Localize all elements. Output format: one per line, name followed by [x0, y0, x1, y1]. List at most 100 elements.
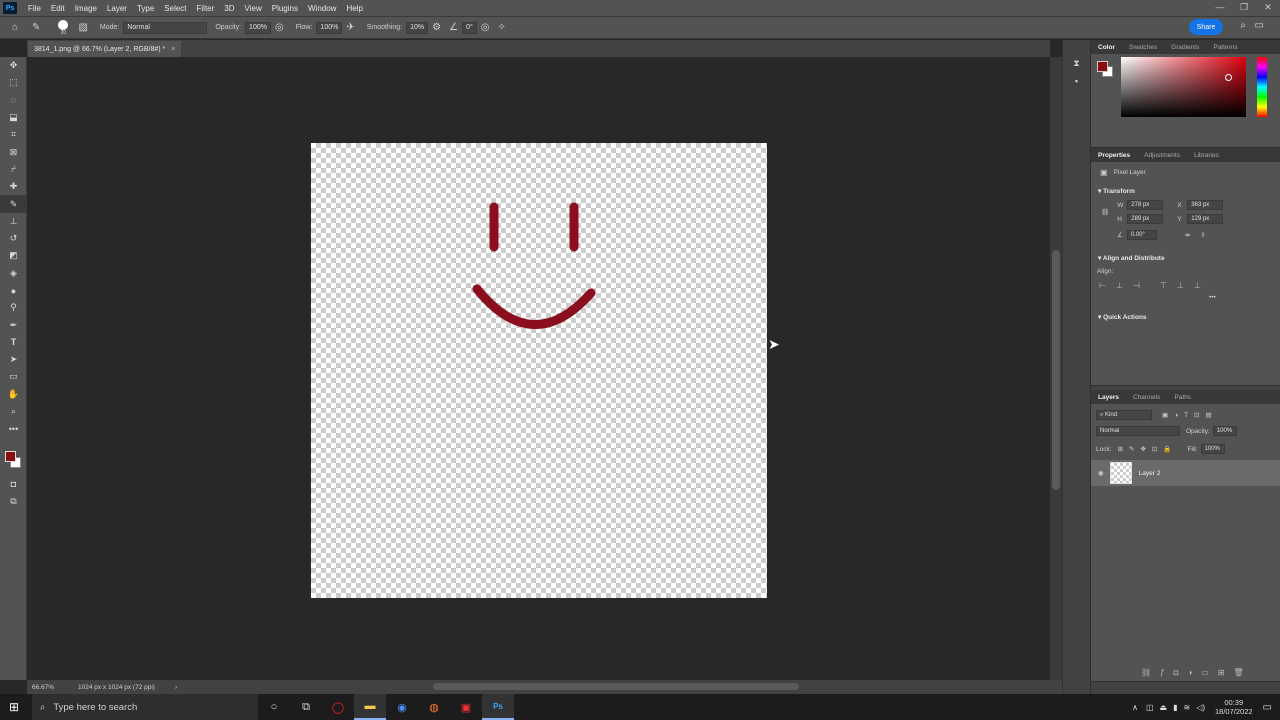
menu-type[interactable]: Type — [132, 4, 159, 13]
healing-brush-tool-icon[interactable]: ✚ — [0, 178, 27, 195]
align-middle-v-icon[interactable]: ⊥ — [1177, 281, 1184, 290]
pressure-opacity-icon[interactable]: ◎ — [275, 22, 284, 33]
more-tools-icon[interactable]: ••• — [0, 420, 27, 437]
quick-actions-header[interactable]: ▾ Quick Actions — [1091, 301, 1280, 321]
align-section-header[interactable]: ▾ Align and Distribute — [1091, 240, 1280, 262]
cortana-icon[interactable]: ○ — [258, 694, 290, 720]
tab-color[interactable]: Color — [1091, 44, 1122, 51]
flip-vertical-icon[interactable]: ⇳ — [1200, 231, 1205, 239]
tab-properties[interactable]: Properties — [1091, 152, 1137, 159]
minimize-button[interactable]: — — [1208, 0, 1232, 16]
align-right-icon[interactable]: ⊣ — [1133, 281, 1140, 290]
windows-start-icon[interactable]: ⊞ — [9, 700, 19, 714]
workspace-icon[interactable]: ▭ — [1255, 20, 1264, 31]
layer-row[interactable]: ◉ Layer 2 — [1091, 460, 1280, 486]
type-tool-icon[interactable]: T — [0, 334, 27, 351]
hue-slider[interactable] — [1257, 57, 1267, 117]
rotation-input[interactable]: 0.00° — [1126, 230, 1157, 240]
menu-help[interactable]: Help — [341, 4, 367, 13]
tab-channels[interactable]: Channels — [1126, 394, 1167, 401]
tab-paths[interactable]: Paths — [1167, 394, 1198, 401]
menu-image[interactable]: Image — [70, 4, 102, 13]
opacity-input[interactable]: 100% — [245, 21, 271, 34]
restore-button[interactable]: ❐ — [1232, 0, 1256, 16]
align-center-h-icon[interactable]: ⊥ — [1116, 281, 1123, 290]
path-selection-tool-icon[interactable]: ➤ — [0, 351, 27, 368]
dodge-tool-icon[interactable]: ⚲ — [0, 299, 27, 316]
link-dimensions-icon[interactable]: ⛓ — [1101, 208, 1109, 216]
chrome-browser-icon[interactable]: ◉ — [386, 694, 418, 720]
screen-mode-icon[interactable]: ⧉ — [0, 493, 27, 510]
symmetry-icon[interactable]: ✧ — [498, 22, 506, 33]
transform-section-header[interactable]: ▾ Transform — [1091, 177, 1280, 195]
y-input[interactable]: 129 px — [1187, 214, 1224, 224]
layer-filter-icons[interactable]: ▣◑T⊡▤ — [1162, 411, 1218, 419]
notifications-icon[interactable]: ▭ — [1263, 702, 1272, 713]
tab-adjustments[interactable]: Adjustments — [1137, 152, 1187, 159]
menu-window[interactable]: Window — [303, 4, 341, 13]
usb-icon[interactable]: ⏏ — [1160, 703, 1168, 712]
frame-tool-icon[interactable]: ⊠ — [0, 143, 27, 160]
document-canvas[interactable] — [311, 143, 767, 598]
volume-icon[interactable]: ◁) — [1196, 703, 1205, 712]
smoothing-input[interactable]: 10% — [406, 21, 429, 34]
tab-libraries[interactable]: Libraries — [1187, 152, 1226, 159]
width-input[interactable]: 278 px — [1127, 200, 1164, 210]
menu-filter[interactable]: Filter — [192, 4, 220, 13]
tab-swatches[interactable]: Swatches — [1122, 44, 1164, 51]
zoom-level[interactable]: 66.67% — [32, 684, 72, 691]
lock-icons[interactable]: ⊞✎✥⊡🔒 — [1118, 445, 1178, 453]
home-icon[interactable]: ⌂ — [12, 22, 18, 33]
blender-icon[interactable]: ◍ — [418, 694, 450, 720]
wifi-icon[interactable]: ≋ — [1183, 703, 1190, 712]
quick-mask-icon[interactable]: ◘ — [0, 476, 27, 493]
network-icon[interactable]: ◫ — [1146, 703, 1154, 712]
color-field[interactable] — [1121, 57, 1246, 117]
share-button[interactable]: Share — [1189, 19, 1223, 35]
document-size-info[interactable]: 1024 px x 1024 px (72 ppi) — [78, 684, 155, 691]
rectangle-tool-icon[interactable]: ▭ — [0, 368, 27, 385]
x-input[interactable]: 363 px — [1187, 200, 1224, 210]
menu-edit[interactable]: Edit — [46, 4, 70, 13]
brush-settings-icon[interactable]: ▧ — [78, 22, 87, 33]
height-input[interactable]: 289 px — [1127, 214, 1164, 224]
clone-stamp-tool-icon[interactable]: ⊥ — [0, 213, 27, 230]
fill-input[interactable]: 100% — [1200, 444, 1225, 454]
close-tab-icon[interactable]: × — [171, 46, 175, 53]
layer-name[interactable]: Layer 2 — [1139, 470, 1161, 477]
tray-chevron-icon[interactable]: ∧ — [1132, 703, 1138, 712]
menu-view[interactable]: View — [240, 4, 267, 13]
zoom-tool-icon[interactable]: ⌕ — [0, 403, 27, 420]
task-view-icon[interactable]: ⧉ — [290, 694, 322, 720]
pen-tool-icon[interactable]: ✒ — [0, 316, 27, 333]
document-tab[interactable]: 3814_1.png @ 66.7% (Layer 2, RGB/8#) * × — [28, 41, 182, 57]
foreground-color-swatch[interactable] — [5, 450, 16, 462]
file-explorer-icon[interactable]: ▬ — [354, 694, 386, 720]
color-picker-handle[interactable] — [1225, 74, 1232, 81]
layer-filter-select[interactable]: ⌕ Kind — [1096, 410, 1152, 420]
menu-plugins[interactable]: Plugins — [267, 4, 303, 13]
tab-patterns[interactable]: Patterns — [1206, 44, 1244, 51]
tab-layers[interactable]: Layers — [1091, 394, 1126, 401]
smoothing-gear-icon[interactable]: ⚙ — [432, 22, 441, 33]
paint-bucket-tool-icon[interactable]: ◈ — [0, 265, 27, 282]
mode-select[interactable]: Normal — [123, 21, 208, 34]
object-select-tool-icon[interactable]: ⬓ — [0, 109, 27, 126]
blur-tool-icon[interactable]: ● — [0, 282, 27, 299]
color-swatches[interactable] — [0, 438, 26, 476]
layer-visibility-eye-icon[interactable]: ◉ — [1098, 469, 1104, 477]
taskbar-search[interactable]: ⌕ Type here to search — [32, 694, 258, 720]
move-tool-icon[interactable]: ✥ — [0, 57, 27, 74]
flow-input[interactable]: 100% — [316, 21, 343, 34]
tab-gradients[interactable]: Gradients — [1164, 44, 1206, 51]
hand-tool-icon[interactable]: ✋ — [0, 386, 27, 403]
blend-mode-select[interactable]: Normal — [1096, 426, 1180, 436]
search-icon[interactable]: ⌕ — [1240, 20, 1246, 31]
comments-panel-icon[interactable]: ▪ — [1063, 72, 1090, 90]
flip-horizontal-icon[interactable]: ⇹ — [1185, 231, 1190, 239]
align-bottom-icon[interactable]: ⊥ — [1194, 281, 1201, 290]
status-expand-arrow[interactable]: › — [175, 684, 177, 691]
menu-select[interactable]: Select — [159, 4, 191, 13]
brush-tool-preset-icon[interactable]: ✎ — [32, 22, 40, 33]
pressure-size-icon[interactable]: ◎ — [481, 22, 490, 33]
